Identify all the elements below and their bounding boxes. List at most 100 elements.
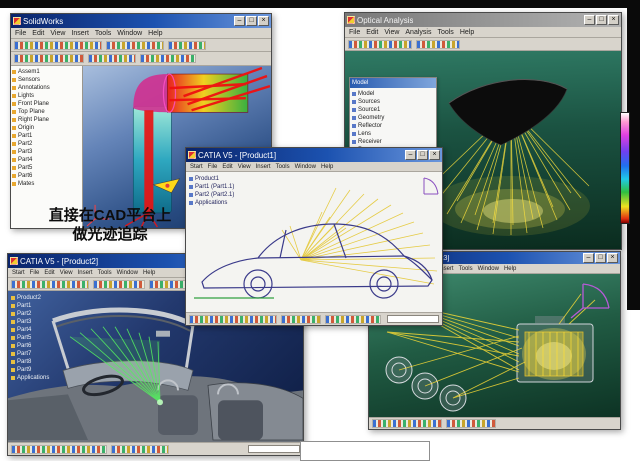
tree-item[interactable]: Part6	[12, 172, 81, 180]
toolbar-icons[interactable]	[325, 315, 381, 324]
tree-item[interactable]: Assem1	[12, 68, 81, 76]
toolbar-icons[interactable]	[372, 419, 442, 428]
title-bar[interactable]: CATIA V5 - [Product1] – □ ×	[186, 148, 442, 162]
tree-item[interactable]: Sensors	[12, 76, 81, 84]
menu-item[interactable]: Help	[460, 29, 474, 36]
tree-item[interactable]: Lights	[12, 92, 81, 100]
title-bar[interactable]: Optical Analysis – □ ×	[345, 13, 621, 27]
close-icon[interactable]: ×	[607, 253, 618, 263]
tree-item[interactable]: Applications	[189, 199, 234, 207]
tree-item[interactable]: Part8	[11, 358, 49, 366]
tree-item[interactable]: Part9	[11, 366, 49, 374]
tree-item[interactable]: Part4	[12, 156, 81, 164]
menu-item[interactable]: Help	[143, 270, 155, 276]
minimize-icon[interactable]: –	[584, 15, 595, 25]
tree-item[interactable]: Part5	[12, 164, 81, 172]
tree-item[interactable]: Part5	[11, 334, 49, 342]
toolbar-icons[interactable]	[11, 280, 89, 289]
tree-item[interactable]: Part1	[12, 132, 81, 140]
tree-item[interactable]: Top Plane	[12, 108, 81, 116]
menu-item[interactable]: Insert	[78, 270, 93, 276]
tree-item[interactable]: Part1 (Part1.1)	[189, 183, 234, 191]
toolbar-icons[interactable]	[281, 315, 321, 324]
tree-item[interactable]: Part2	[11, 310, 49, 318]
command-input[interactable]	[387, 315, 439, 323]
compass-icon[interactable]	[571, 284, 609, 318]
menu-item[interactable]: File	[208, 164, 218, 170]
tree-item[interactable]: Source1	[352, 106, 434, 114]
close-icon[interactable]: ×	[429, 150, 440, 160]
menu-item[interactable]: Tools	[276, 164, 290, 170]
menu-item[interactable]: Window	[117, 270, 138, 276]
tree-item[interactable]: Part7	[11, 350, 49, 358]
toolbar-icons[interactable]	[14, 41, 102, 50]
tree-item[interactable]: Part6	[11, 342, 49, 350]
tree-item[interactable]: Receiver	[352, 138, 434, 146]
menu-item[interactable]: Edit	[32, 30, 44, 37]
toolbar-icons[interactable]	[88, 54, 136, 63]
close-icon[interactable]: ×	[608, 15, 619, 25]
toolbar-icons[interactable]	[93, 280, 145, 289]
tree-item[interactable]: Product2	[11, 294, 49, 302]
minimize-icon[interactable]: –	[234, 16, 245, 26]
compass-icon[interactable]	[424, 178, 438, 194]
tree-item[interactable]: Model	[352, 90, 434, 98]
tree-item[interactable]: Part2	[12, 140, 81, 148]
tree-item[interactable]: Right Plane	[12, 116, 81, 124]
toolbar-icons[interactable]	[189, 315, 277, 324]
maximize-icon[interactable]: □	[595, 253, 606, 263]
menu-item[interactable]: Edit	[44, 270, 54, 276]
menu-item[interactable]: Tools	[98, 270, 112, 276]
menu-item[interactable]: Window	[117, 30, 142, 37]
menu-item[interactable]: Insert	[71, 30, 89, 37]
tree-item[interactable]: Part4	[11, 326, 49, 334]
toolbar-icons[interactable]	[11, 445, 107, 454]
tree-item[interactable]: Part1	[11, 302, 49, 310]
menu-item[interactable]: View	[384, 29, 399, 36]
title-bar[interactable]: SolidWorks – □ ×	[11, 14, 271, 28]
tree-item[interactable]: Lens	[352, 130, 434, 138]
tree-item[interactable]: Part2 (Part2.1)	[189, 191, 234, 199]
tree-item[interactable]: Part3	[11, 318, 49, 326]
menu-item[interactable]: Insert	[256, 164, 271, 170]
menu-item[interactable]: Edit	[366, 29, 378, 36]
toolbar-icons[interactable]	[111, 445, 169, 454]
toolbar-icons[interactable]	[168, 41, 206, 50]
toolbar-icons[interactable]	[348, 40, 412, 49]
panel-title[interactable]: Model	[350, 78, 436, 88]
menu-item[interactable]: File	[15, 30, 26, 37]
tree-item[interactable]: Mates	[12, 180, 81, 188]
tree-item[interactable]: Annotations	[12, 84, 81, 92]
toolbar-icons[interactable]	[446, 419, 496, 428]
tree-item[interactable]: Product1	[189, 175, 234, 183]
menu-item[interactable]: File	[349, 29, 360, 36]
menu-item[interactable]: Window	[295, 164, 316, 170]
maximize-icon[interactable]: □	[596, 15, 607, 25]
menu-item[interactable]: View	[238, 164, 251, 170]
tree-item[interactable]: Origin	[12, 124, 81, 132]
maximize-icon[interactable]: □	[246, 16, 257, 26]
menu-item[interactable]: Help	[148, 30, 162, 37]
maximize-icon[interactable]: □	[417, 150, 428, 160]
toolbar-icons[interactable]	[140, 54, 196, 63]
toolbar-icons[interactable]	[14, 54, 84, 63]
menu-item[interactable]: Start	[12, 270, 25, 276]
command-input[interactable]	[248, 445, 300, 453]
close-icon[interactable]: ×	[258, 16, 269, 26]
tree-item[interactable]: Front Plane	[12, 100, 81, 108]
menu-item[interactable]: View	[50, 30, 65, 37]
menu-item[interactable]: Window	[478, 266, 499, 272]
tree-item[interactable]: Geometry	[352, 114, 434, 122]
menu-item[interactable]: Start	[190, 164, 203, 170]
menu-item[interactable]: Help	[321, 164, 333, 170]
menu-item[interactable]: File	[30, 270, 40, 276]
tree-item[interactable]: Sources	[352, 98, 434, 106]
menu-item[interactable]: Help	[504, 266, 516, 272]
menu-item[interactable]: Tools	[459, 266, 473, 272]
menu-item[interactable]: Analysis	[405, 29, 431, 36]
tree-item[interactable]: Applications	[11, 374, 49, 382]
menu-item[interactable]: View	[60, 270, 73, 276]
minimize-icon[interactable]: –	[405, 150, 416, 160]
menu-item[interactable]: Tools	[95, 30, 111, 37]
tree-item[interactable]: Reflector	[352, 122, 434, 130]
